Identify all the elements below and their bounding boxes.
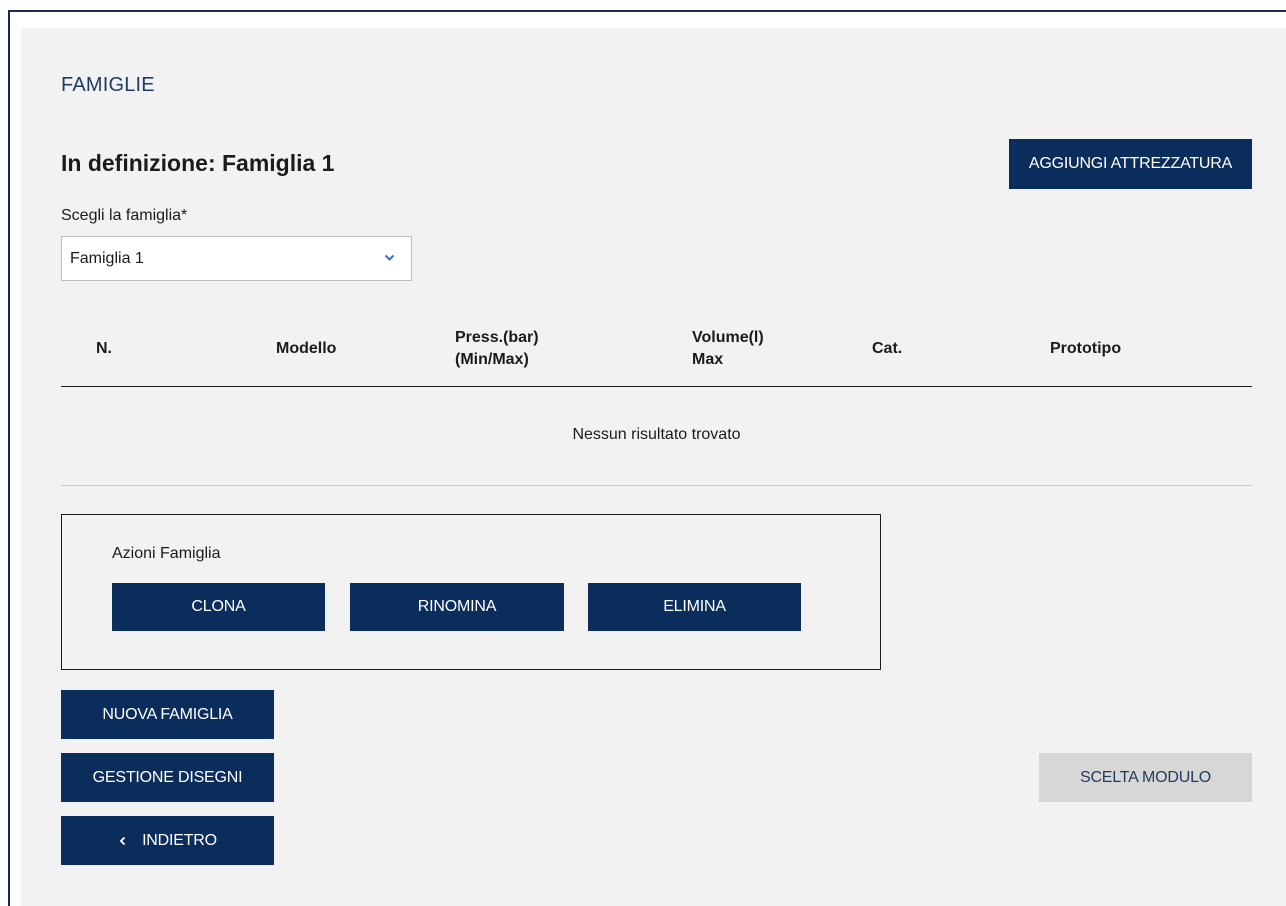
column-header-number: N. bbox=[96, 340, 112, 357]
add-equipment-button[interactable]: AGGIUNGI ATTREZZATURA bbox=[1009, 139, 1252, 189]
rename-button[interactable]: RINOMINA bbox=[350, 583, 564, 631]
back-button[interactable]: INDIETRO bbox=[61, 816, 274, 865]
column-header-pressure: Press.(bar) (Min/Max) bbox=[455, 329, 539, 368]
chevron-down-icon bbox=[384, 254, 395, 261]
column-header-volume: Volume(l) Max bbox=[692, 329, 764, 368]
section-title: FAMIGLIE bbox=[61, 74, 155, 96]
family-select[interactable]: Famiglia 1 bbox=[61, 236, 412, 281]
family-actions-title: Azioni Famiglia bbox=[112, 545, 221, 562]
new-family-button[interactable]: NUOVA FAMIGLIA bbox=[61, 690, 274, 739]
column-header-category: Cat. bbox=[872, 340, 903, 357]
family-select-label: Scegli la famiglia* bbox=[61, 207, 188, 224]
delete-button[interactable]: ELIMINA bbox=[588, 583, 801, 631]
clone-button[interactable]: CLONA bbox=[112, 583, 325, 631]
choose-module-button[interactable]: SCELTA MODULO bbox=[1039, 753, 1252, 802]
column-header-model: Modello bbox=[276, 340, 337, 357]
column-header-prototype: Prototipo bbox=[1050, 340, 1122, 357]
family-select-value: Famiglia 1 bbox=[70, 249, 144, 267]
chevron-left-icon bbox=[119, 836, 126, 845]
empty-table-message: Nessun risultato trovato bbox=[572, 426, 741, 443]
manage-drawings-button[interactable]: GESTIONE DISEGNI bbox=[61, 753, 274, 802]
page-title: In definizione: Famiglia 1 bbox=[61, 150, 335, 176]
table-bottom-divider bbox=[61, 485, 1252, 486]
back-button-label: INDIETRO bbox=[142, 831, 217, 849]
table-header-divider bbox=[61, 386, 1252, 387]
